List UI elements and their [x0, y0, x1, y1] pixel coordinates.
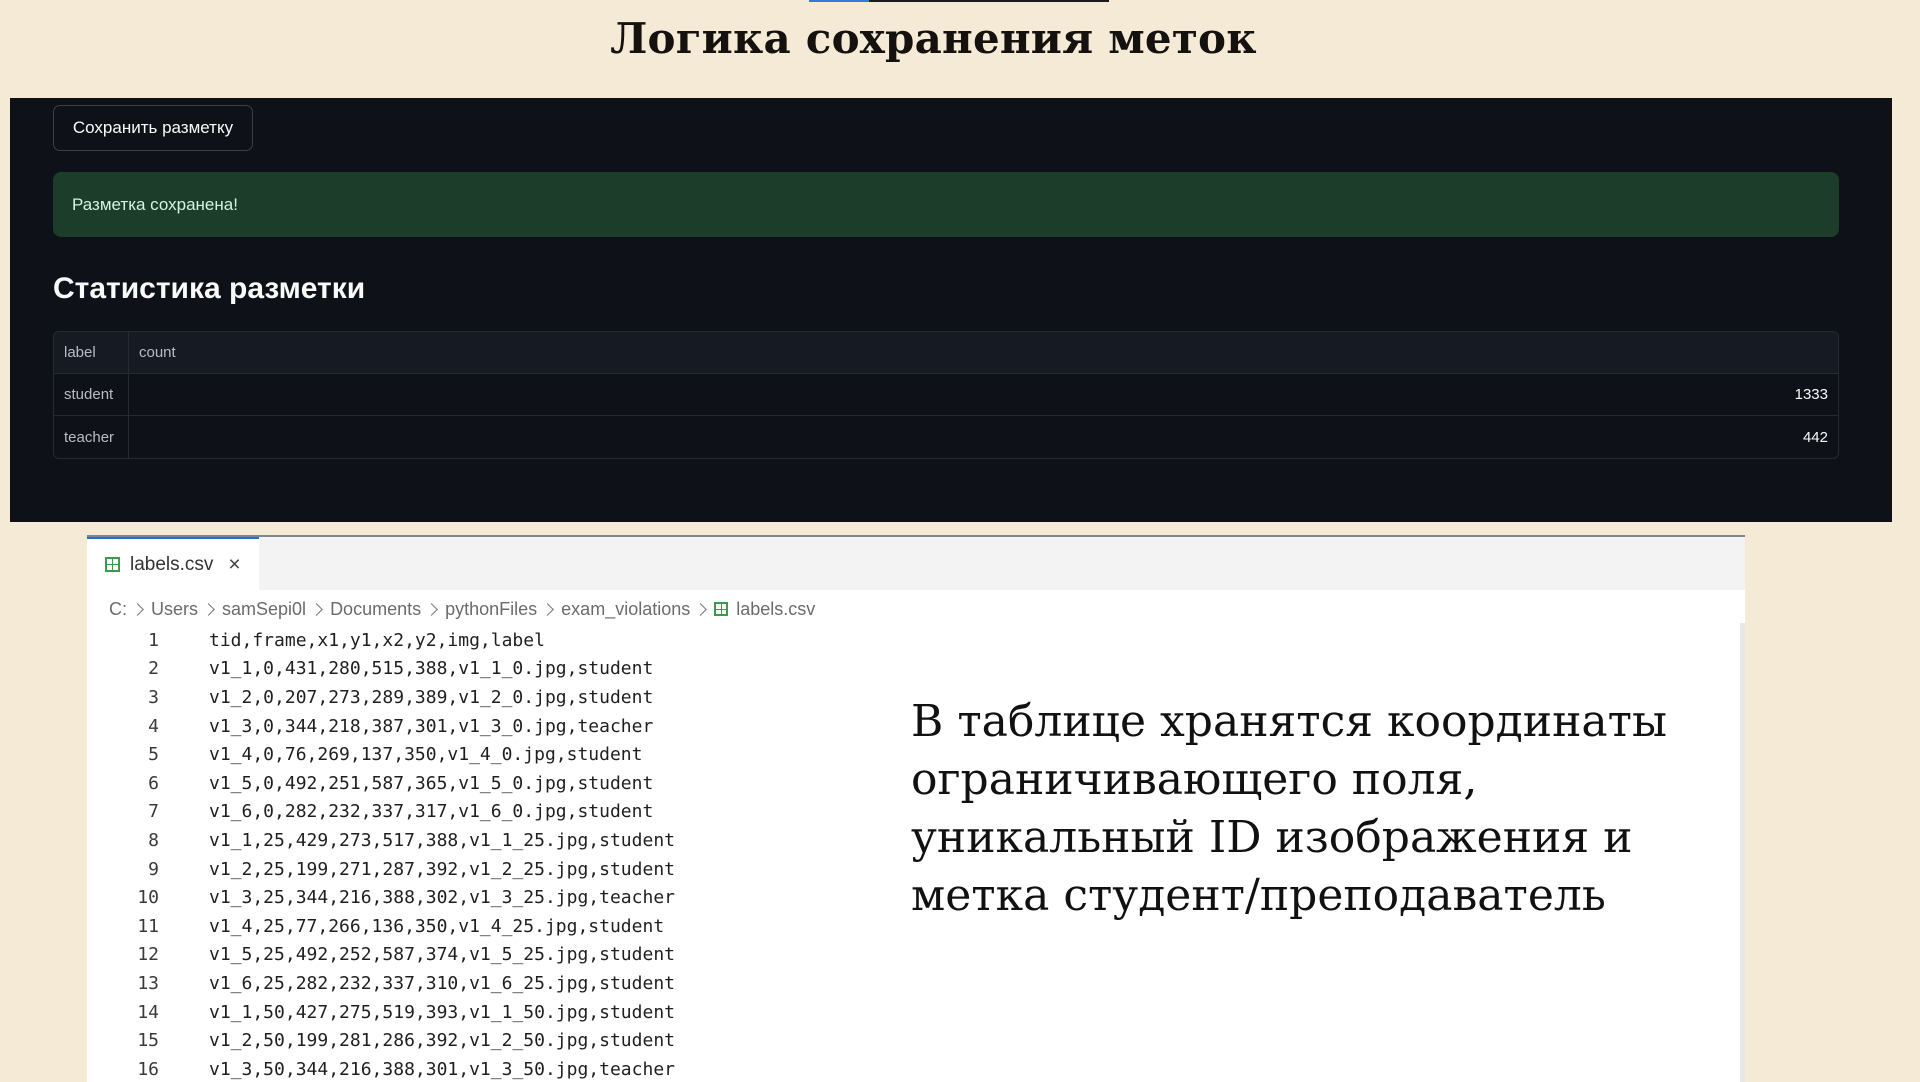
- line-number: 12: [137, 944, 159, 966]
- line-number: 5: [148, 744, 159, 766]
- chevron-right-icon: [694, 602, 708, 616]
- app-panel: Сохранить разметку Разметка сохранена! С…: [10, 98, 1892, 522]
- code-line: 8 v1_1,25,429,273,517,388,v1_1_25.jpg,stu…: [87, 826, 887, 855]
- table-row: student 1333: [54, 374, 1838, 416]
- save-markup-button[interactable]: Сохранить разметку: [53, 105, 253, 151]
- line-number: 14: [137, 1001, 159, 1023]
- line-number: 10: [137, 887, 159, 909]
- code-line: 1 tid,frame,x1,y1,x2,y2,img,label: [87, 626, 887, 655]
- breadcrumb-item[interactable]: Documents: [330, 599, 421, 620]
- top-accent-segment: [809, 0, 869, 2]
- line-text[interactable]: v1_6,0,282,232,337,317,v1_6_0.jpg,studen…: [209, 801, 653, 822]
- code-line: 6 v1_5,0,492,251,587,365,v1_5_0.jpg,stude…: [87, 769, 887, 798]
- line-number: 15: [137, 1030, 159, 1052]
- code-line: 3 v1_2,0,207,273,289,389,v1_2_0.jpg,stude…: [87, 683, 887, 712]
- breadcrumb-item[interactable]: Users: [151, 599, 198, 620]
- line-number: 16: [137, 1058, 159, 1080]
- line-number: 3: [148, 686, 159, 708]
- chevron-right-icon: [425, 602, 438, 616]
- column-header-count[interactable]: count: [129, 332, 1838, 373]
- line-number: 7: [148, 801, 159, 823]
- code-line: 13 v1_6,25,282,232,337,310,v1_6_25.jpg,st…: [87, 969, 887, 998]
- table-header-row: label count: [54, 332, 1838, 374]
- top-accent-line: [809, 0, 1109, 2]
- close-icon[interactable]: ×: [228, 553, 240, 577]
- code-line: 12 v1_5,25,492,252,587,374,v1_5_25.jpg,st…: [87, 941, 887, 970]
- vertical-scrollbar[interactable]: [1740, 623, 1745, 1082]
- breadcrumb: C: Users samSepi0l Documents pythonFiles…: [109, 595, 815, 623]
- table-row: teacher 442: [54, 416, 1838, 458]
- success-alert: Разметка сохранена!: [53, 172, 1839, 237]
- line-text[interactable]: v1_1,0,431,280,515,388,v1_1_0.jpg,studen…: [209, 658, 653, 679]
- csv-file-icon: [105, 557, 120, 572]
- code-line: 11 v1_4,25,77,266,136,350,v1_4_25.jpg,stu…: [87, 912, 887, 941]
- line-text[interactable]: v1_5,25,492,252,587,374,v1_5_25.jpg,stud…: [209, 944, 675, 965]
- table-cell-label[interactable]: teacher: [54, 416, 129, 458]
- line-text[interactable]: v1_1,25,429,273,517,388,v1_1_25.jpg,stud…: [209, 830, 675, 851]
- line-number: 9: [148, 858, 159, 880]
- slide-title: Логика сохранения меток: [610, 14, 1257, 63]
- line-text[interactable]: v1_3,25,344,216,388,302,v1_3_25.jpg,teac…: [209, 887, 675, 908]
- chevron-right-icon: [131, 602, 144, 616]
- line-text[interactable]: v1_4,0,76,269,137,350,v1_4_0.jpg,student: [209, 744, 642, 765]
- line-text[interactable]: v1_1,50,427,275,519,393,v1_1_50.jpg,stud…: [209, 1002, 675, 1023]
- column-header-label[interactable]: label: [54, 332, 129, 373]
- tab-label: labels.csv: [130, 553, 214, 575]
- code-area[interactable]: 1 tid,frame,x1,y1,x2,y2,img,label 2 v1_1,0…: [87, 626, 887, 1082]
- breadcrumb-item[interactable]: samSepi0l: [222, 599, 306, 620]
- table-cell-label[interactable]: student: [54, 374, 129, 415]
- line-text[interactable]: v1_6,25,282,232,337,310,v1_6_25.jpg,stud…: [209, 973, 675, 994]
- line-text[interactable]: v1_5,0,492,251,587,365,v1_5_0.jpg,studen…: [209, 773, 653, 794]
- breadcrumb-item[interactable]: exam_violations: [561, 599, 690, 620]
- code-line: 15 v1_2,50,199,281,286,392,v1_2_50.jpg,st…: [87, 1026, 887, 1055]
- line-number: 2: [148, 658, 159, 680]
- code-line: 4 v1_3,0,344,218,387,301,v1_3_0.jpg,teach…: [87, 712, 887, 741]
- line-text[interactable]: v1_2,0,207,273,289,389,v1_2_0.jpg,studen…: [209, 687, 653, 708]
- line-text[interactable]: v1_3,0,344,218,387,301,v1_3_0.jpg,teache…: [209, 716, 653, 737]
- editor-tab-bar: labels.csv ×: [87, 537, 1745, 590]
- chevron-right-icon: [310, 602, 323, 616]
- code-line: 2 v1_1,0,431,280,515,388,v1_1_0.jpg,stude…: [87, 655, 887, 684]
- code-line: 14 v1_1,50,427,275,519,393,v1_1_50.jpg,st…: [87, 998, 887, 1027]
- table-cell-count[interactable]: 442: [129, 416, 1838, 458]
- breadcrumb-item[interactable]: labels.csv: [736, 599, 815, 620]
- csv-file-icon: [714, 602, 729, 616]
- line-number: 4: [148, 715, 159, 737]
- code-line: 16 v1_3,50,344,216,388,301,v1_3_50.jpg,te…: [87, 1055, 887, 1082]
- line-text[interactable]: v1_2,50,199,281,286,392,v1_2_50.jpg,stud…: [209, 1030, 675, 1051]
- chevron-right-icon: [541, 602, 555, 616]
- breadcrumb-item[interactable]: C:: [109, 599, 127, 620]
- line-text[interactable]: v1_4,25,77,266,136,350,v1_4_25.jpg,stude…: [209, 916, 664, 937]
- stats-table[interactable]: label count student 1333 teacher 442: [53, 331, 1839, 459]
- line-text[interactable]: v1_2,25,199,271,287,392,v1_2_25.jpg,stud…: [209, 859, 675, 880]
- line-number: 11: [137, 915, 159, 937]
- tab-labels-csv[interactable]: labels.csv ×: [87, 537, 259, 590]
- code-line: 10 v1_3,25,344,216,388,302,v1_3_25.jpg,te…: [87, 883, 887, 912]
- slide-description: В таблице хранятся координаты ограничива…: [911, 696, 1667, 921]
- line-number: 6: [148, 772, 159, 794]
- line-number: 8: [148, 829, 159, 851]
- line-text[interactable]: v1_3,50,344,216,388,301,v1_3_50.jpg,teac…: [209, 1059, 675, 1080]
- code-line: 7 v1_6,0,282,232,337,317,v1_6_0.jpg,stude…: [87, 798, 887, 827]
- line-text[interactable]: tid,frame,x1,y1,x2,y2,img,label: [209, 630, 545, 651]
- line-number: 1: [148, 629, 159, 651]
- stats-heading: Статистика разметки: [53, 272, 366, 305]
- success-message: Разметка сохранена!: [72, 194, 238, 214]
- breadcrumb-item[interactable]: pythonFiles: [445, 599, 537, 620]
- chevron-right-icon: [202, 602, 215, 616]
- code-line: 5 v1_4,0,76,269,137,350,v1_4_0.jpg,studen…: [87, 740, 887, 769]
- line-number: 13: [137, 972, 159, 994]
- code-line: 9 v1_2,25,199,271,287,392,v1_2_25.jpg,stu…: [87, 855, 887, 884]
- table-cell-count[interactable]: 1333: [129, 374, 1838, 415]
